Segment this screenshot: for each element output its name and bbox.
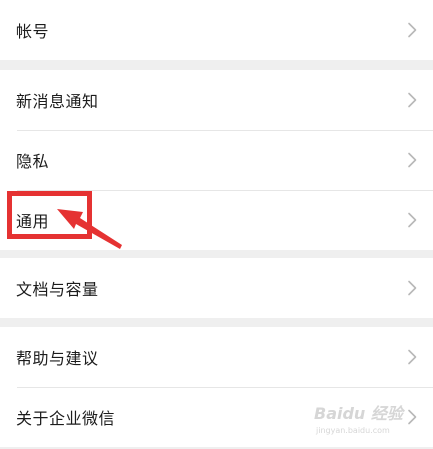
settings-group-main: 新消息通知 隐私 通用 <box>0 70 433 250</box>
chevron-right-icon <box>407 92 417 108</box>
settings-item-account[interactable]: 帐号 <box>0 0 433 60</box>
settings-item-label: 帮助与建议 <box>16 349 99 368</box>
chevron-right-icon <box>407 349 417 365</box>
settings-item-general[interactable]: 通用 <box>0 190 433 250</box>
settings-item-label: 新消息通知 <box>16 92 99 111</box>
settings-item-help-feedback[interactable]: 帮助与建议 <box>0 327 433 387</box>
settings-item-label: 关于企业微信 <box>16 409 116 428</box>
settings-item-label: 帐号 <box>16 22 50 41</box>
settings-item-notifications[interactable]: 新消息通知 <box>0 70 433 130</box>
chevron-right-icon <box>407 212 417 228</box>
chevron-right-icon <box>407 22 417 38</box>
settings-group-docs: 文档与容量 <box>0 258 433 318</box>
settings-item-label: 文档与容量 <box>16 280 99 299</box>
settings-group-account: 帐号 <box>0 0 433 60</box>
settings-page: 帐号 新消息通知 隐私 通用 文档与容量 帮助与建议 关于企业微信 Baidu … <box>0 0 433 449</box>
settings-item-label: 隐私 <box>16 152 50 171</box>
settings-item-privacy[interactable]: 隐私 <box>0 130 433 190</box>
settings-item-docs-storage[interactable]: 文档与容量 <box>0 258 433 318</box>
chevron-right-icon <box>407 152 417 168</box>
settings-group-help: 帮助与建议 关于企业微信 <box>0 327 433 447</box>
chevron-right-icon <box>407 409 417 425</box>
settings-item-label: 通用 <box>16 212 50 231</box>
chevron-right-icon <box>407 280 417 296</box>
settings-item-about[interactable]: 关于企业微信 <box>0 387 433 447</box>
